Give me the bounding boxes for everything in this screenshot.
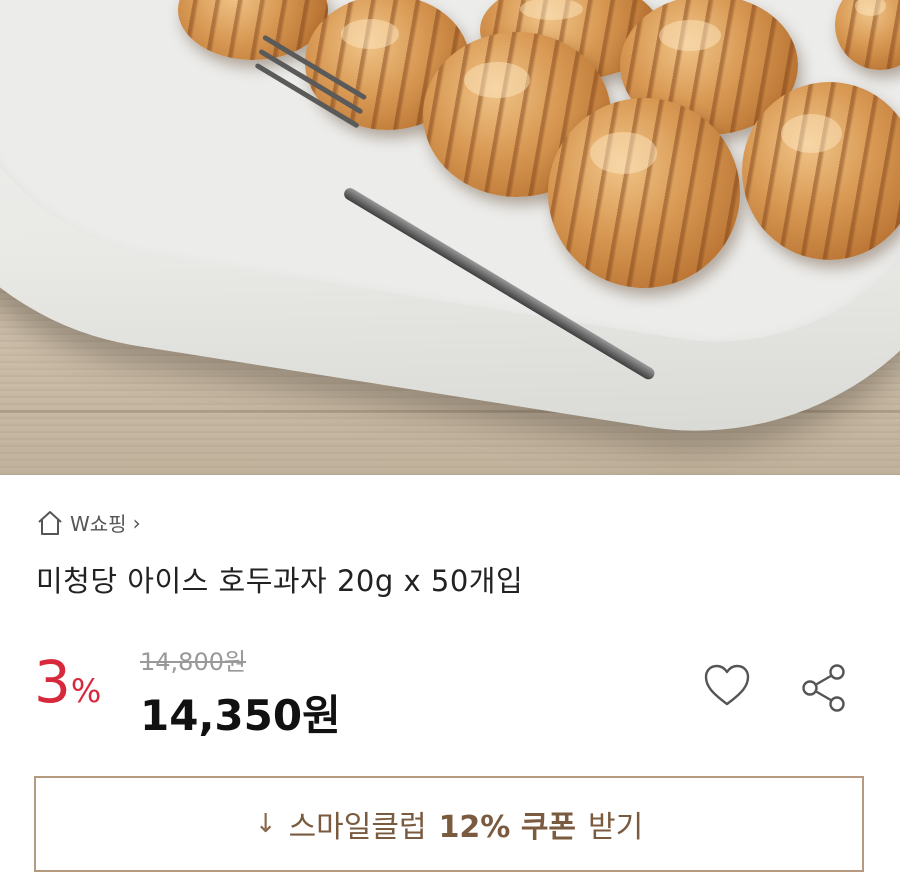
original-price: 14,800원 [140,648,247,676]
coupon-text-prefix: 스마일클럽 [288,810,427,845]
product-image [0,0,900,475]
wishlist-button[interactable] [702,662,752,710]
sale-price: 14,350원 [140,691,341,740]
download-arrow-icon: ↓ [254,809,277,839]
coupon-text-suffix: 받기 [588,810,644,845]
share-button[interactable] [798,662,850,714]
share-icon [802,664,845,712]
coupon-rate: 12% 쿠폰 [438,810,577,845]
chevron-right-icon: › [132,510,141,535]
coupon-download-button[interactable]: ↓ 스마일클럽 12% 쿠폰 받기 [34,776,864,872]
shop-name: W쇼핑 [70,512,127,536]
discount-rate: 3% [34,648,101,716]
walnut-cake [548,98,740,288]
home-icon [38,510,62,535]
heart-icon [704,664,750,706]
discount-number: 3 [34,648,71,716]
shop-link[interactable]: W쇼핑 › [36,508,141,537]
discount-percent-sign: % [70,672,102,710]
product-title: 미청당 아이스 호두과자 20g x 50개입 [36,564,524,598]
